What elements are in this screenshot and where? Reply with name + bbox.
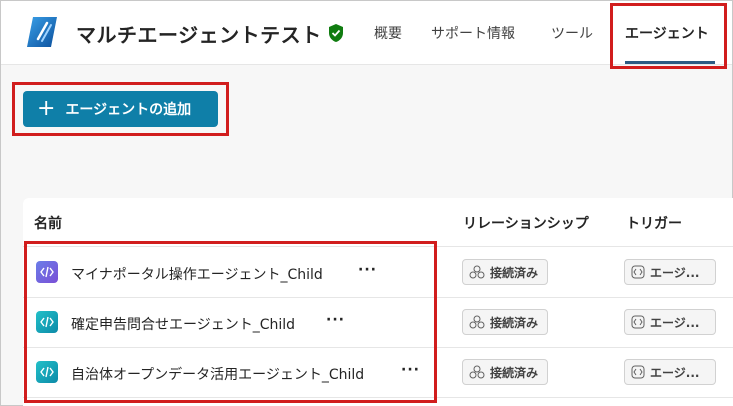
agent-name-link[interactable]: 確定申告問合せエージェント_Child	[71, 314, 295, 334]
relationship-badge: 接続済み	[462, 309, 548, 335]
add-agent-button[interactable]: + エージェントの追加	[23, 91, 218, 127]
column-header-name[interactable]: 名前	[34, 213, 62, 233]
add-agent-label: エージェントの追加	[65, 102, 192, 118]
agent-code-icon	[631, 265, 645, 279]
tab-overview[interactable]: 概要	[374, 23, 402, 43]
agent-name-link[interactable]: マイナポータル操作エージェント_Child	[71, 264, 323, 284]
column-header-relationship[interactable]: リレーションシップ	[463, 213, 589, 233]
row-divider	[23, 297, 733, 298]
agent-code-icon	[631, 365, 645, 379]
tab-agents[interactable]: エージェント	[625, 23, 709, 43]
verified-shield-icon	[329, 24, 343, 42]
more-options-button[interactable]: ···	[326, 312, 345, 328]
trigger-badge: エージ...	[624, 309, 716, 335]
active-tab-indicator	[625, 61, 715, 64]
row-divider	[23, 397, 733, 398]
column-header-trigger[interactable]: トリガー	[626, 213, 682, 233]
row-divider	[23, 347, 733, 348]
trigger-badge: エージ...	[624, 359, 716, 385]
relationship-badge: 接続済み	[462, 359, 548, 385]
plus-icon: +	[37, 96, 56, 121]
header-divider	[23, 246, 733, 247]
copilot-studio-logo-icon	[27, 17, 57, 47]
agent-code-icon	[631, 315, 645, 329]
agent-code-icon	[36, 361, 58, 383]
agent-name-link[interactable]: 自治体オープンデータ活用エージェント_Child	[71, 364, 364, 384]
connected-icon	[469, 365, 485, 379]
agent-code-icon	[36, 311, 58, 333]
agent-code-icon	[36, 261, 58, 283]
trigger-badge: エージ...	[624, 259, 716, 285]
tab-tools[interactable]: ツール	[551, 23, 593, 43]
connected-icon	[469, 265, 485, 279]
more-options-button[interactable]: ···	[401, 362, 420, 378]
tab-support-info[interactable]: サポート情報	[431, 23, 515, 43]
relationship-badge: 接続済み	[462, 259, 548, 285]
more-options-button[interactable]: ···	[358, 262, 377, 278]
app-header: マルチエージェントテスト 概要 サポート情報 ツール エージェント	[1, 1, 732, 65]
page-title: マルチエージェントテスト	[76, 23, 322, 47]
connected-icon	[469, 315, 485, 329]
